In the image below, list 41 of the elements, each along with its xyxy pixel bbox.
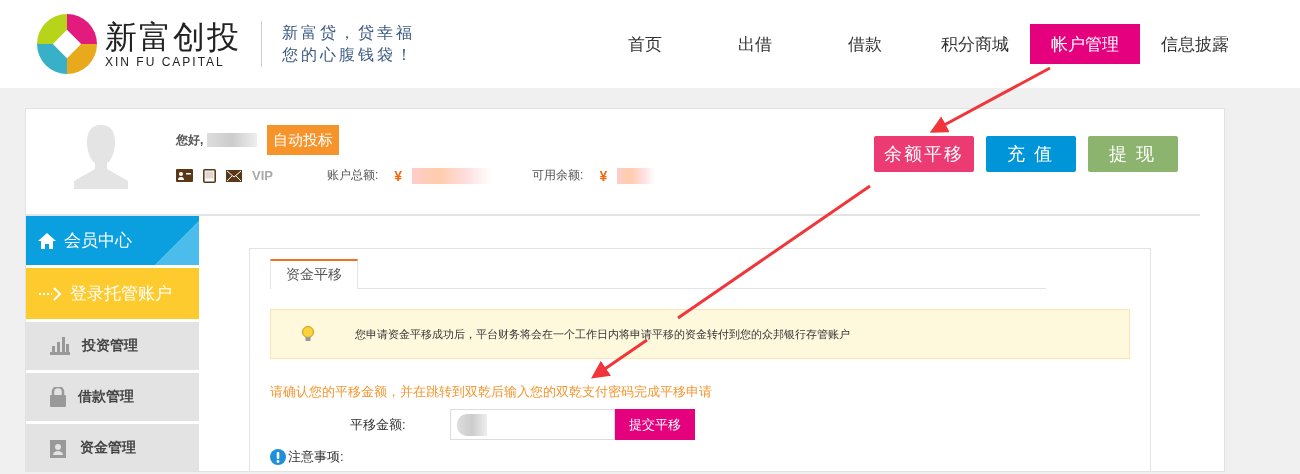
amount-label: 平移金额: [350,415,407,434]
action-button[interactable]: 余额平移 [874,136,974,172]
available-label: 可用余额: [532,167,584,184]
redacted-name [207,133,258,147]
mail-icon [226,169,242,182]
total-label: 账户总额: [326,167,379,184]
tablet-icon [203,168,216,183]
nav-tab[interactable]: 首页 [590,24,700,64]
redacted-amount [617,167,656,184]
currency-symbol: ¥ [599,167,608,184]
nav-tab[interactable]: 积分商城 [920,24,1030,64]
logo-icon [37,14,97,74]
lightbulb-icon [301,326,315,342]
nav-tab[interactable]: 借款 [810,24,920,64]
notes-title: 注意事项: [288,448,344,466]
nav-tab[interactable]: 信息披露 [1140,24,1250,64]
sidebar-item[interactable]: 资金管理 [26,424,199,471]
nav-tab[interactable]: 帐户管理 [1030,24,1140,64]
home-icon [38,232,56,249]
vip-label: VIP [252,168,273,183]
bar-chart-icon [50,337,70,355]
logo-name: 新富创投 [105,19,241,55]
id-card-icon [176,169,193,182]
dotted-arrow-icon [38,286,62,301]
contact-card-icon [50,438,68,458]
sidebar-item[interactable]: 投资管理 [26,322,199,370]
sidebar-item[interactable]: 借款管理 [26,373,199,421]
avatar-icon [74,125,128,189]
slogan: 新富贷，贷幸福 您的心腹钱袋！ [282,22,415,66]
greeting: 您好, [176,131,204,149]
logo-subtitle: XIN FU CAPITAL [105,55,226,69]
amount-field[interactable] [450,409,615,440]
redacted-value [457,413,487,436]
submit-button[interactable]: 提交平移 [615,409,695,440]
info-icon [270,449,286,465]
lock-icon [50,387,66,407]
instruction-text: 请确认您的平移金额，并在跳转到双乾后输入您的双乾支付密码完成平移申请 [270,383,713,401]
nav-tab[interactable]: 出借 [700,24,810,64]
notice-text: 您申请资金平移成功后，平台财务将会在一个工作日内将申请平移的资金转付到您的众邦银行存管账户 [355,326,850,342]
tab[interactable]: 资金平移 [270,259,358,289]
currency-symbol: ¥ [394,167,403,184]
